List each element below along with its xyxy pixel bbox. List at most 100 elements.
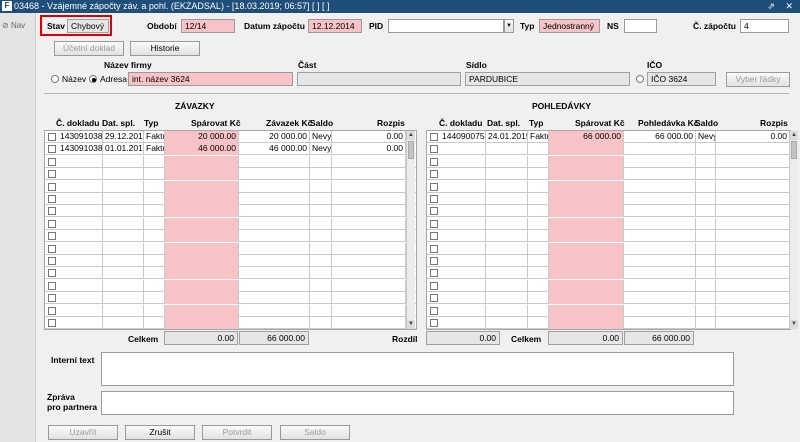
row-checkbox[interactable] [48, 170, 56, 179]
row-checkbox[interactable] [430, 145, 438, 154]
row-checkbox[interactable] [430, 207, 438, 216]
row-checkbox[interactable] [48, 257, 56, 265]
pid-field[interactable] [388, 19, 504, 33]
table-cell[interactable] [549, 143, 624, 156]
table-cell[interactable] [165, 292, 239, 305]
row-checkbox[interactable] [48, 294, 56, 303]
row-checkbox[interactable] [430, 157, 438, 166]
row-checkbox[interactable] [430, 269, 438, 278]
ucetni-doklad-button[interactable]: Účetní doklad [54, 41, 124, 56]
table-cell[interactable] [549, 230, 624, 243]
row-checkbox[interactable] [48, 269, 56, 278]
row-checkbox[interactable] [430, 219, 438, 228]
zavazky-scrollbar[interactable]: ▲ ▼ [406, 131, 415, 329]
table-row[interactable] [427, 168, 790, 181]
row-checkbox[interactable] [430, 133, 438, 141]
row-checkbox[interactable] [430, 319, 438, 327]
zavazky-scroll-thumb[interactable] [408, 141, 414, 159]
row-checkbox[interactable] [430, 195, 438, 203]
row-checkbox[interactable] [48, 232, 56, 241]
row-checkbox[interactable] [48, 319, 56, 327]
table-cell[interactable] [165, 217, 239, 230]
table-cell[interactable]: 46 000.00 [165, 143, 239, 156]
table-row[interactable] [427, 304, 790, 317]
table-row[interactable] [45, 304, 416, 317]
table-cell[interactable] [165, 180, 239, 193]
table-cell[interactable] [549, 267, 624, 280]
table-row[interactable] [45, 205, 416, 218]
row-checkbox[interactable] [430, 257, 438, 265]
table-cell[interactable] [549, 242, 624, 255]
row-checkbox[interactable] [48, 306, 56, 315]
zavazky-table[interactable]: 143091038729.12.2014Faktu20 000.0020 000… [44, 130, 417, 330]
row-checkbox[interactable] [48, 219, 56, 228]
row-checkbox[interactable] [430, 281, 438, 290]
nav-toggle[interactable]: ⊘ Nav [2, 21, 25, 30]
table-cell[interactable]: 20 000.00 [165, 131, 239, 143]
table-row[interactable] [427, 267, 790, 280]
table-cell[interactable] [165, 155, 239, 168]
table-row[interactable] [427, 255, 790, 267]
table-row[interactable] [45, 317, 416, 329]
row-checkbox[interactable] [48, 145, 56, 154]
table-cell[interactable] [549, 317, 624, 329]
row-checkbox[interactable] [430, 232, 438, 241]
potvrdit-button[interactable]: Potvrdit [202, 425, 272, 440]
saldo-button[interactable]: Saldo [280, 425, 350, 440]
table-row[interactable] [45, 279, 416, 292]
table-cell[interactable] [165, 205, 239, 218]
table-cell[interactable] [549, 255, 624, 267]
row-checkbox[interactable] [430, 170, 438, 179]
vyber-radku-button[interactable]: Vyber řádky [726, 72, 790, 87]
table-row[interactable]: 144090075824.01.2015Faktu66 000.0066 000… [427, 131, 790, 143]
row-checkbox[interactable] [430, 294, 438, 303]
interni-text-area[interactable] [101, 352, 734, 386]
row-checkbox[interactable] [430, 306, 438, 315]
table-row[interactable] [427, 180, 790, 193]
historie-button[interactable]: Historie [130, 41, 200, 56]
table-row[interactable] [45, 255, 416, 267]
table-cell[interactable] [549, 292, 624, 305]
table-row[interactable] [45, 180, 416, 193]
table-cell[interactable] [165, 317, 239, 329]
table-cell[interactable] [165, 168, 239, 181]
table-row[interactable]: 143091038729.12.2014Faktu20 000.0020 000… [45, 131, 416, 143]
arrow-down-icon[interactable]: ▼ [407, 320, 415, 329]
pohledavky-table[interactable]: 144090075824.01.2015Faktu66 000.0066 000… [426, 130, 791, 330]
table-row[interactable] [45, 230, 416, 243]
table-cell[interactable] [165, 267, 239, 280]
obdobi-field[interactable]: 12/14 [181, 19, 235, 33]
radio-adresa[interactable] [89, 75, 97, 83]
table-row[interactable] [427, 230, 790, 243]
table-row[interactable] [427, 143, 790, 156]
radio-nazev[interactable] [51, 75, 59, 83]
typ-field[interactable]: Jednostranný [539, 19, 600, 33]
cislo-zapoctu-field[interactable]: 4 [740, 19, 789, 33]
row-checkbox[interactable] [48, 133, 56, 141]
table-cell[interactable]: 66 000.00 [549, 131, 624, 143]
arrow-down-icon[interactable]: ▼ [790, 320, 798, 329]
window-controls[interactable]: ⇗ ✕ [767, 0, 797, 13]
table-row[interactable] [45, 267, 416, 280]
row-checkbox[interactable] [48, 182, 56, 191]
table-row[interactable] [427, 217, 790, 230]
table-cell[interactable] [549, 193, 624, 205]
arrow-up-icon[interactable]: ▲ [790, 131, 798, 140]
row-checkbox[interactable] [48, 157, 56, 166]
table-cell[interactable] [165, 279, 239, 292]
table-cell[interactable] [165, 255, 239, 267]
table-cell[interactable] [549, 205, 624, 218]
table-cell[interactable] [165, 193, 239, 205]
zprava-pro-partnera-area[interactable] [101, 391, 734, 415]
datum-zapoctu-field[interactable]: 12.12.2014 [308, 19, 362, 33]
table-row[interactable] [427, 205, 790, 218]
table-row[interactable] [45, 155, 416, 168]
table-row[interactable] [45, 168, 416, 181]
table-cell[interactable] [549, 155, 624, 168]
table-cell[interactable] [549, 279, 624, 292]
row-checkbox[interactable] [48, 281, 56, 290]
pohledavky-scroll-thumb[interactable] [791, 141, 797, 159]
radio-ico[interactable] [636, 75, 644, 83]
table-cell[interactable] [549, 217, 624, 230]
arrow-up-icon[interactable]: ▲ [407, 131, 415, 140]
